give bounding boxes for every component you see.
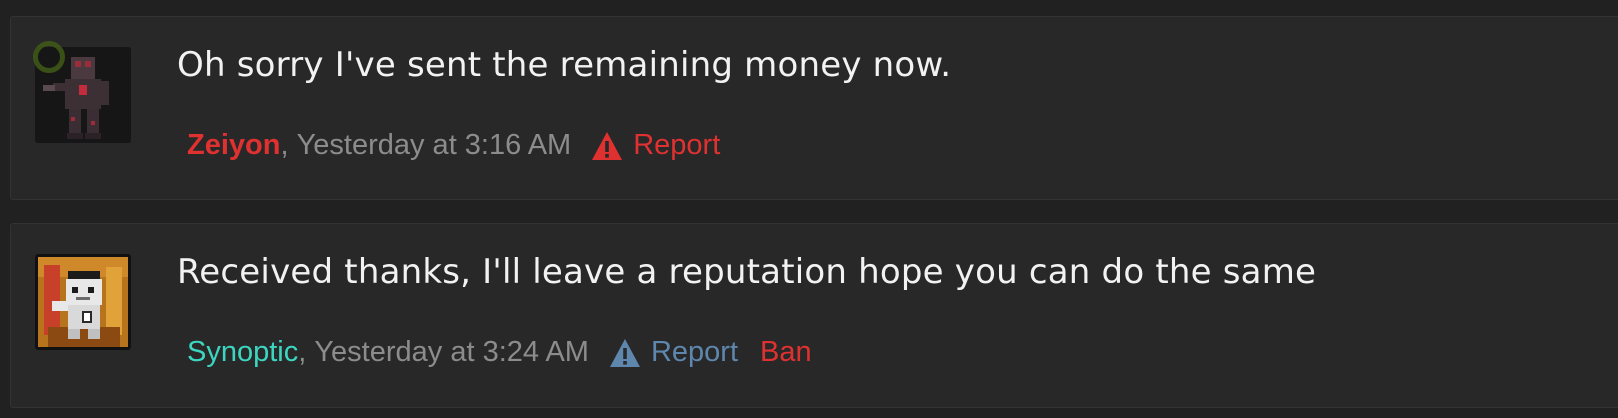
message-meta: Synoptic , Yesterday at 3:24 AM Report B… <box>187 336 812 369</box>
message-item: Oh sorry I've sent the remaining money n… <box>10 16 1618 200</box>
timestamp[interactable]: Yesterday at 3:24 AM <box>306 336 589 369</box>
message-text: Received thanks, I'll leave a reputation… <box>177 252 1317 292</box>
avatar[interactable] <box>35 254 131 350</box>
ban-link[interactable]: Ban <box>760 336 812 369</box>
timestamp[interactable]: Yesterday at 3:16 AM <box>289 129 572 162</box>
online-status-indicator <box>33 41 65 73</box>
timestamp-text: Yesterday at 3:16 AM <box>296 129 572 161</box>
message-text: Oh sorry I've sent the remaining money n… <box>177 45 952 85</box>
report-link[interactable]: Report <box>609 336 738 369</box>
username-link[interactable]: Zeiyon <box>187 129 280 162</box>
timestamp-text: Yesterday at 3:24 AM <box>314 336 589 368</box>
report-link[interactable]: Report <box>591 129 720 162</box>
username-link[interactable]: Synoptic <box>187 336 298 369</box>
message-item: Received thanks, I'll leave a reputation… <box>10 223 1618 408</box>
warning-triangle-icon <box>592 131 623 160</box>
separator: , <box>280 129 289 161</box>
report-label: Report <box>633 129 721 161</box>
avatar-image <box>38 257 128 347</box>
message-meta: Zeiyon , Yesterday at 3:16 AM Report <box>187 129 720 162</box>
message-thread: Oh sorry I've sent the remaining money n… <box>0 0 1618 418</box>
warning-triangle-icon <box>609 338 640 367</box>
report-label: Report <box>650 336 739 368</box>
separator: , <box>298 336 307 368</box>
